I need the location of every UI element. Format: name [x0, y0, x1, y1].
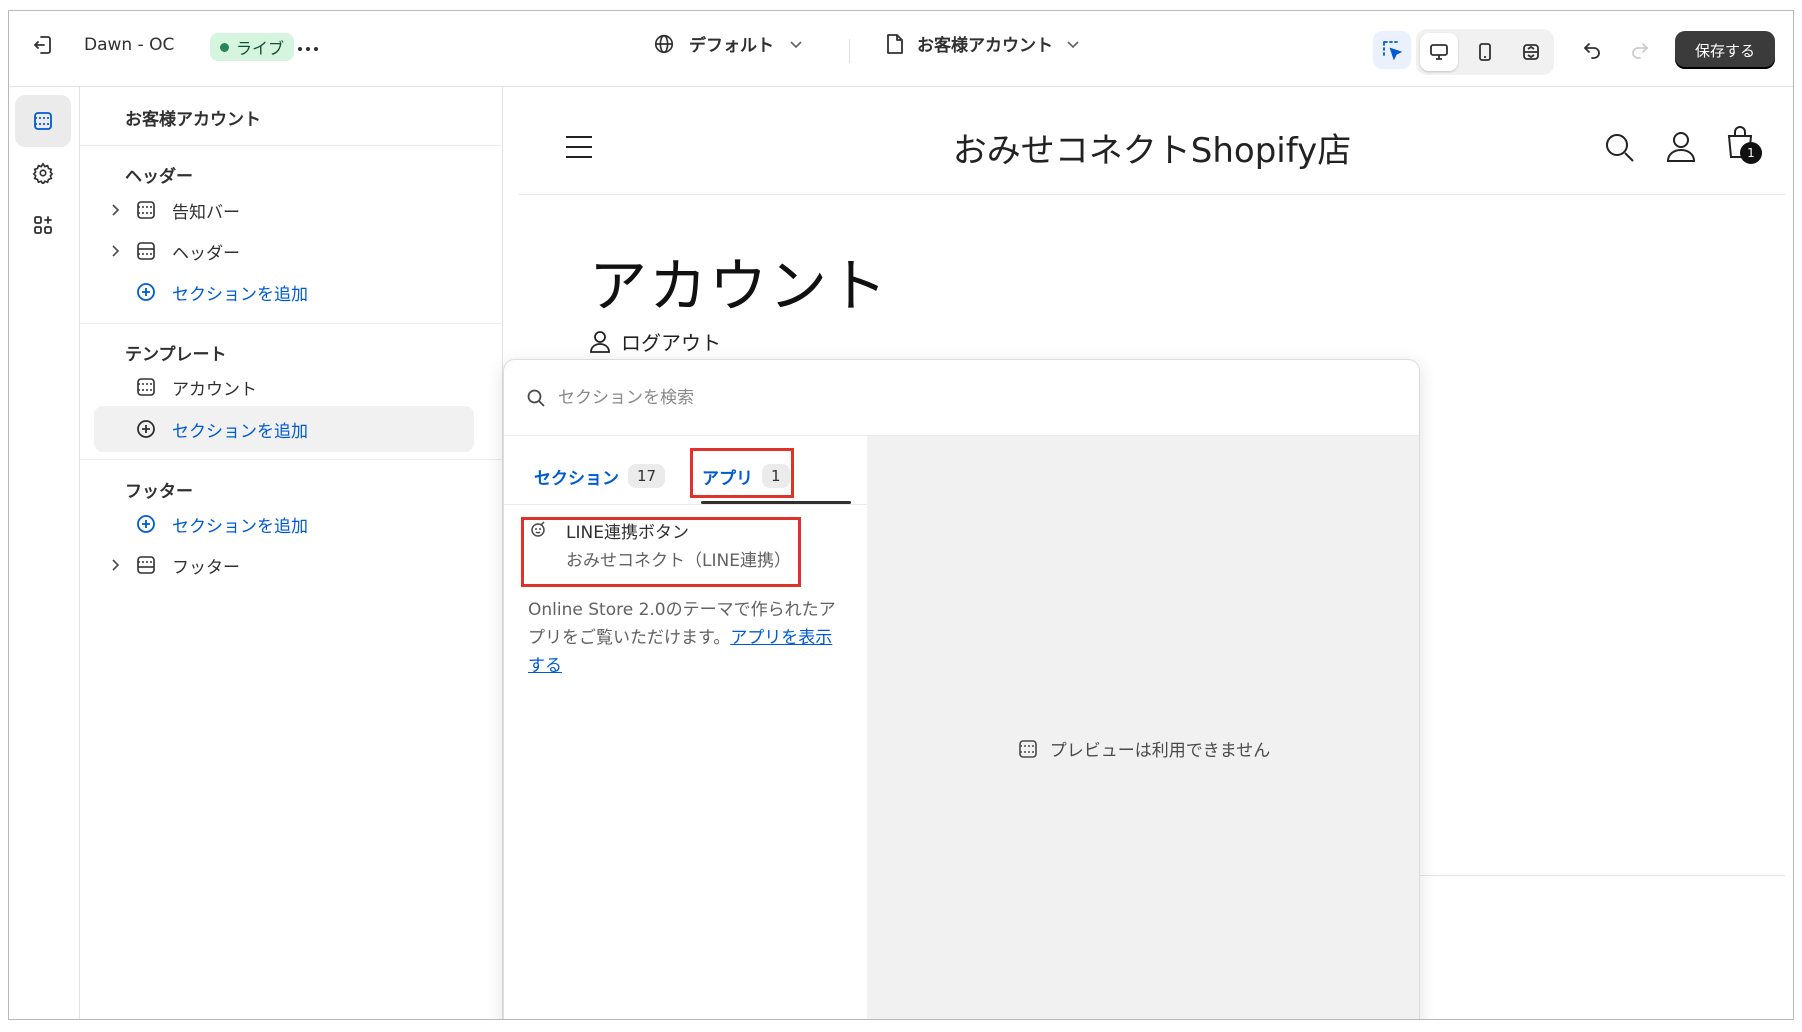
- sidebar-item-label: アカウント: [172, 379, 257, 400]
- viewport-toggle-group: [1416, 29, 1554, 75]
- add-section-label: セクションを追加: [172, 516, 308, 537]
- apps-info-text: Online Store 2.0のテーマで作られたアプリをご覧いただけます。アプ…: [528, 596, 838, 680]
- no-preview-label: プレビューは利用できません: [1049, 741, 1271, 761]
- divider: [80, 459, 502, 460]
- section-icon: [1018, 739, 1038, 759]
- chevron-down-icon: [788, 36, 804, 52]
- section-icon: [134, 377, 158, 397]
- sidebar-item-label: ヘッダー: [172, 243, 240, 264]
- page-selector-label: お客様アカウント: [917, 36, 1053, 56]
- add-section-label: セクションを追加: [172, 421, 308, 442]
- add-section-button-footer[interactable]: セクションを追加: [94, 501, 474, 547]
- chevron-right-icon[interactable]: [106, 203, 126, 217]
- highlight-box-app-item: [521, 517, 801, 587]
- divider: [80, 323, 502, 324]
- top-bar: Dawn - OC ライブ デフォルト お客様アカウント 保存する: [9, 11, 1793, 87]
- section-sidebar: お客様アカウント ヘッダー 告知バー ヘッダー セクションを追加 テンプレート …: [80, 87, 503, 1019]
- sidebar-item-header[interactable]: ヘッダー: [94, 228, 474, 274]
- footer-section-icon: [134, 555, 158, 575]
- group-heading-template: テンプレート: [125, 345, 227, 365]
- theme-editor-window: Dawn - OC ライブ デフォルト お客様アカウント 保存する お客様アカウ…: [8, 10, 1794, 1020]
- add-section-button-template[interactable]: セクションを追加: [94, 406, 474, 452]
- app-embeds-icon[interactable]: [15, 199, 71, 251]
- tab-label: セクション: [534, 468, 619, 489]
- search-input[interactable]: [558, 387, 1258, 408]
- search-bar: [504, 360, 1419, 436]
- page-icon: [885, 33, 905, 55]
- plus-circle-icon: [134, 419, 158, 439]
- search-icon[interactable]: [1605, 133, 1635, 163]
- sidebar-item-footer[interactable]: フッター: [94, 542, 474, 588]
- theme-name[interactable]: Dawn - OC: [84, 35, 174, 55]
- divider: [80, 145, 502, 146]
- live-dot-icon: [220, 42, 229, 52]
- cart-count-badge: 1: [1740, 142, 1762, 164]
- market-selector[interactable]: デフォルト: [653, 31, 804, 56]
- no-preview-message: プレビューは利用できません: [867, 736, 1419, 761]
- left-rail: [9, 87, 80, 1019]
- sidebar-item-label: フッター: [172, 557, 240, 578]
- section-picker-popover: セクション 17 アプリ 1 LINE連携ボタン おみせコネクト（LINE連携）…: [503, 359, 1420, 1019]
- highlight-box-apps-tab: [690, 448, 794, 498]
- tab-count: 17: [628, 464, 666, 488]
- undo-icon[interactable]: [1573, 31, 1611, 69]
- inspector-toggle-icon[interactable]: [1373, 31, 1411, 69]
- picker-list-pane: セクション 17 アプリ 1 LINE連携ボタン おみせコネクト（LINE連携）…: [504, 436, 867, 1019]
- divider: [1419, 875, 1785, 876]
- cart-icon[interactable]: 1: [1726, 125, 1764, 167]
- fullscreen-view-icon[interactable]: [1512, 33, 1550, 71]
- theme-settings-icon[interactable]: [15, 147, 71, 199]
- add-section-label: セクションを追加: [172, 284, 308, 305]
- search-icon: [526, 388, 546, 408]
- logout-link[interactable]: ログアウト: [589, 327, 721, 356]
- chevron-down-icon: [1065, 36, 1081, 52]
- sidebar-item-label: 告知バー: [172, 202, 240, 223]
- save-button[interactable]: 保存する: [1675, 31, 1775, 69]
- picker-preview-pane: プレビューは利用できません: [867, 436, 1419, 1019]
- sidebar-item-account[interactable]: アカウント: [94, 364, 474, 410]
- page-selector[interactable]: お客様アカウント: [885, 31, 1081, 56]
- header-section-icon: [134, 241, 158, 261]
- plus-circle-icon: [134, 282, 158, 302]
- plus-circle-icon: [134, 514, 158, 534]
- tab-sections[interactable]: セクション 17: [534, 456, 666, 496]
- redo-icon[interactable]: [1621, 31, 1659, 69]
- group-heading-header: ヘッダー: [125, 167, 193, 187]
- exit-icon[interactable]: [31, 33, 55, 57]
- divider: [849, 39, 850, 63]
- chevron-right-icon[interactable]: [106, 558, 126, 572]
- globe-icon: [653, 33, 675, 55]
- logout-label: ログアウト: [621, 331, 721, 355]
- group-heading-footer: フッター: [125, 482, 193, 502]
- add-section-button-header[interactable]: セクションを追加: [94, 269, 474, 315]
- section-icon: [134, 200, 158, 220]
- mobile-view-icon[interactable]: [1466, 33, 1504, 71]
- status-badge-label: ライブ: [236, 39, 285, 58]
- more-actions-icon[interactable]: [295, 37, 321, 61]
- desktop-view-icon[interactable]: [1420, 33, 1458, 71]
- sidebar-title: お客様アカウント: [125, 110, 261, 130]
- user-icon: [589, 330, 611, 354]
- chevron-right-icon[interactable]: [106, 244, 126, 258]
- sections-icon[interactable]: [15, 95, 71, 147]
- store-name[interactable]: おみせコネクトShopify店: [519, 123, 1785, 172]
- divider: [504, 504, 867, 505]
- store-header: おみせコネクトShopify店 1: [519, 99, 1785, 195]
- market-selector-label: デフォルト: [689, 36, 774, 56]
- sidebar-item-announcement-bar[interactable]: 告知バー: [94, 187, 474, 233]
- account-icon[interactable]: [1666, 131, 1696, 163]
- page-title: アカウント: [589, 252, 890, 320]
- status-badge: ライブ: [210, 33, 295, 61]
